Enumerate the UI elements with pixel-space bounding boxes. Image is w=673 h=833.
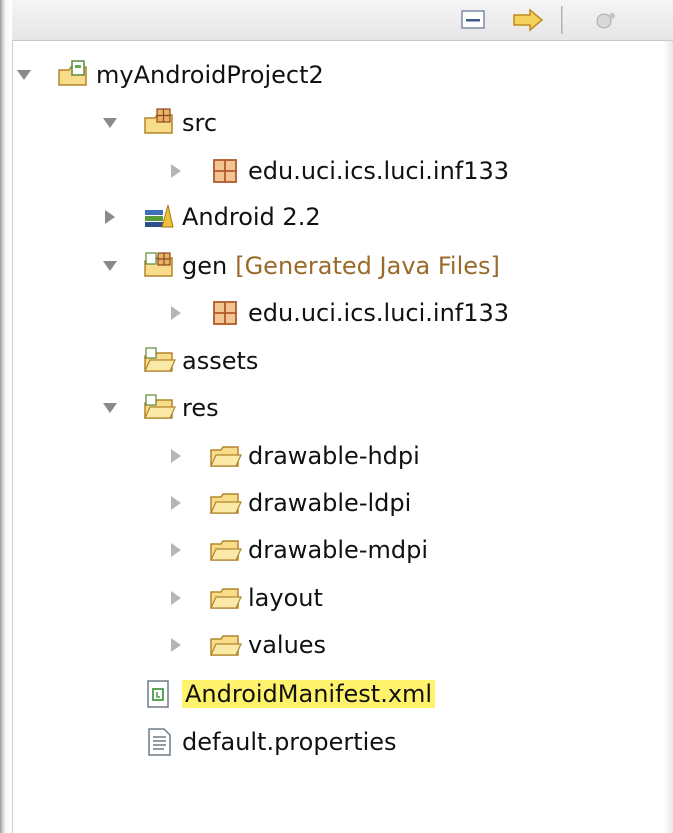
tree-item-label: drawable-mdpi xyxy=(248,536,428,564)
tree-item-label: src xyxy=(182,109,218,137)
tree-item-assets[interactable]: assets xyxy=(142,339,258,383)
collapse-arrow-icon[interactable] xyxy=(166,540,186,560)
tree-item-project[interactable]: myAndroidProject2 xyxy=(14,53,324,97)
tree-item-label: layout xyxy=(248,584,323,612)
generated-files-decoration: [Generated Java Files] xyxy=(235,252,500,280)
tree-item-label: Android 2.2 xyxy=(182,203,321,231)
collapse-arrow-icon[interactable] xyxy=(166,303,186,323)
source-folder-icon xyxy=(142,250,176,282)
xml-file-icon xyxy=(142,678,176,710)
tree-item-label: gen xyxy=(182,252,228,280)
tree-item-drawable-ldpi[interactable]: drawable-ldpi xyxy=(166,481,411,525)
android-project-icon xyxy=(56,59,90,91)
folder-icon xyxy=(208,582,242,614)
folder-icon xyxy=(208,440,242,472)
tree-item-label: myAndroidProject2 xyxy=(96,61,324,89)
folder-icon xyxy=(208,487,242,519)
source-folder-icon xyxy=(142,107,176,139)
tree-item-label: default.properties xyxy=(182,728,397,756)
project-tree: myAndroidProject2 src edu.uci.ics.luci.i… xyxy=(12,40,652,833)
toolbar-separator xyxy=(560,6,564,38)
tree-item-label: values xyxy=(248,631,327,659)
collapse-arrow-icon[interactable] xyxy=(166,588,186,608)
collapse-all-icon[interactable] xyxy=(459,8,489,36)
tree-item-label: res xyxy=(182,394,219,422)
expand-arrow-icon[interactable] xyxy=(100,398,120,418)
collapse-arrow-icon[interactable] xyxy=(166,446,186,466)
text-file-icon xyxy=(142,726,176,758)
tree-item-drawable-mdpi[interactable]: drawable-mdpi xyxy=(166,528,428,572)
tree-item-label: drawable-ldpi xyxy=(248,489,412,517)
tree-item-label: edu.uci.ics.luci.inf133 xyxy=(248,299,510,327)
tree-item-label: assets xyxy=(182,347,259,375)
folder-icon xyxy=(208,629,242,661)
tree-item-drawable-hdpi[interactable]: drawable-hdpi xyxy=(166,434,420,478)
folder-icon xyxy=(142,345,176,377)
tree-item-default-properties[interactable]: default.properties xyxy=(142,720,397,764)
view-menu-icon[interactable] xyxy=(592,8,622,36)
tree-item-values[interactable]: values xyxy=(166,623,326,667)
tree-item-gen-package[interactable]: edu.uci.ics.luci.inf133 xyxy=(166,291,509,335)
collapse-arrow-icon[interactable] xyxy=(100,207,120,227)
folder-icon xyxy=(208,534,242,566)
tree-item-gen[interactable]: gen [Generated Java Files] xyxy=(100,244,500,288)
package-explorer-panel: myAndroidProject2 src edu.uci.ics.luci.i… xyxy=(0,0,673,833)
tree-item-label: edu.uci.ics.luci.inf133 xyxy=(248,157,510,185)
tree-item-layout[interactable]: layout xyxy=(166,576,323,620)
expand-arrow-icon[interactable] xyxy=(100,113,120,133)
expand-arrow-icon[interactable] xyxy=(100,256,120,276)
panel-right-edge xyxy=(663,40,673,833)
collapse-arrow-icon[interactable] xyxy=(166,635,186,655)
tree-item-label: AndroidManifest.xml xyxy=(182,680,436,708)
tree-item-android-library[interactable]: Android 2.2 xyxy=(100,195,321,239)
tree-item-res[interactable]: res xyxy=(100,386,219,430)
tree-item-src[interactable]: src xyxy=(100,101,217,145)
folder-icon xyxy=(142,392,176,424)
tree-item-src-package[interactable]: edu.uci.ics.luci.inf133 xyxy=(166,149,509,193)
collapse-arrow-icon[interactable] xyxy=(166,161,186,181)
package-icon xyxy=(208,155,242,187)
expand-arrow-icon[interactable] xyxy=(14,65,34,85)
tree-item-label: drawable-hdpi xyxy=(248,442,420,470)
collapse-arrow-icon[interactable] xyxy=(166,493,186,513)
package-icon xyxy=(208,297,242,329)
library-icon xyxy=(142,201,176,233)
link-with-editor-icon[interactable] xyxy=(512,8,548,36)
view-toolbar xyxy=(12,0,673,41)
tree-item-android-manifest[interactable]: AndroidManifest.xml xyxy=(142,672,436,716)
